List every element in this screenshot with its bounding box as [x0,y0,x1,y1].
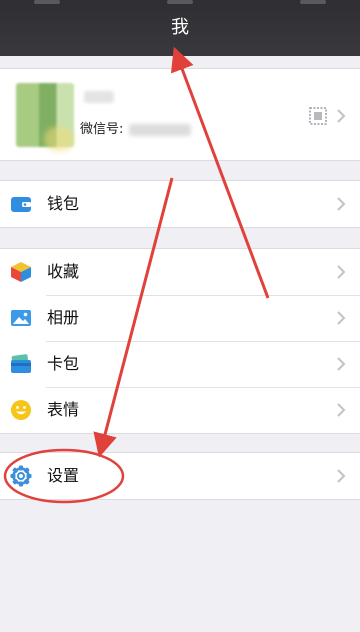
settings-group: 设置 [0,452,360,500]
chevron-right-icon [337,469,346,483]
menu-item-wallet[interactable]: 钱包 [0,181,360,227]
profile-name-redacted [84,91,114,103]
chevron-right-icon [337,197,346,211]
wechat-id-row: 微信号: [80,121,192,139]
album-photo-icon [11,310,31,326]
chevron-right-icon [337,265,346,279]
content-group: 收藏 相册 卡包 表情 [0,248,360,434]
menu-item-label: 表情 [47,400,80,419]
wechat-id-label: 微信号: [80,122,124,137]
menu-item-favorites[interactable]: 收藏 [0,249,360,295]
avatar-overlay [44,127,74,151]
wallet-group: 钱包 [0,180,360,228]
menu-item-cards[interactable]: 卡包 [0,341,360,387]
chevron-right-icon [337,357,346,371]
card-wallet-icon [11,354,31,373]
menu-item-stickers[interactable]: 表情 [0,387,360,433]
menu-item-settings[interactable]: 设置 [0,453,360,499]
gear-icon [10,465,32,487]
menu-item-label: 收藏 [47,262,80,281]
chevron-right-icon [337,311,346,325]
chevron-right-icon [337,403,346,417]
status-time [167,0,193,4]
status-battery [300,0,326,4]
profile-card[interactable]: 微信号: [0,68,360,161]
menu-item-label: 相册 [47,308,80,327]
top-navbar: 我 [0,0,360,56]
smiley-face-icon [11,400,31,420]
favorites-cube-icon [11,262,31,282]
menu-item-label: 钱包 [47,194,80,213]
status-signal [34,0,60,4]
page-title: 我 [171,17,189,38]
qr-code-icon[interactable] [309,107,327,125]
menu-item-album[interactable]: 相册 [0,295,360,341]
chevron-right-icon [337,109,346,123]
menu-item-label: 卡包 [47,354,80,373]
wallet-icon [11,197,31,212]
menu-item-label: 设置 [47,466,80,485]
wechat-id-redacted [129,124,192,136]
status-bar [0,0,360,6]
